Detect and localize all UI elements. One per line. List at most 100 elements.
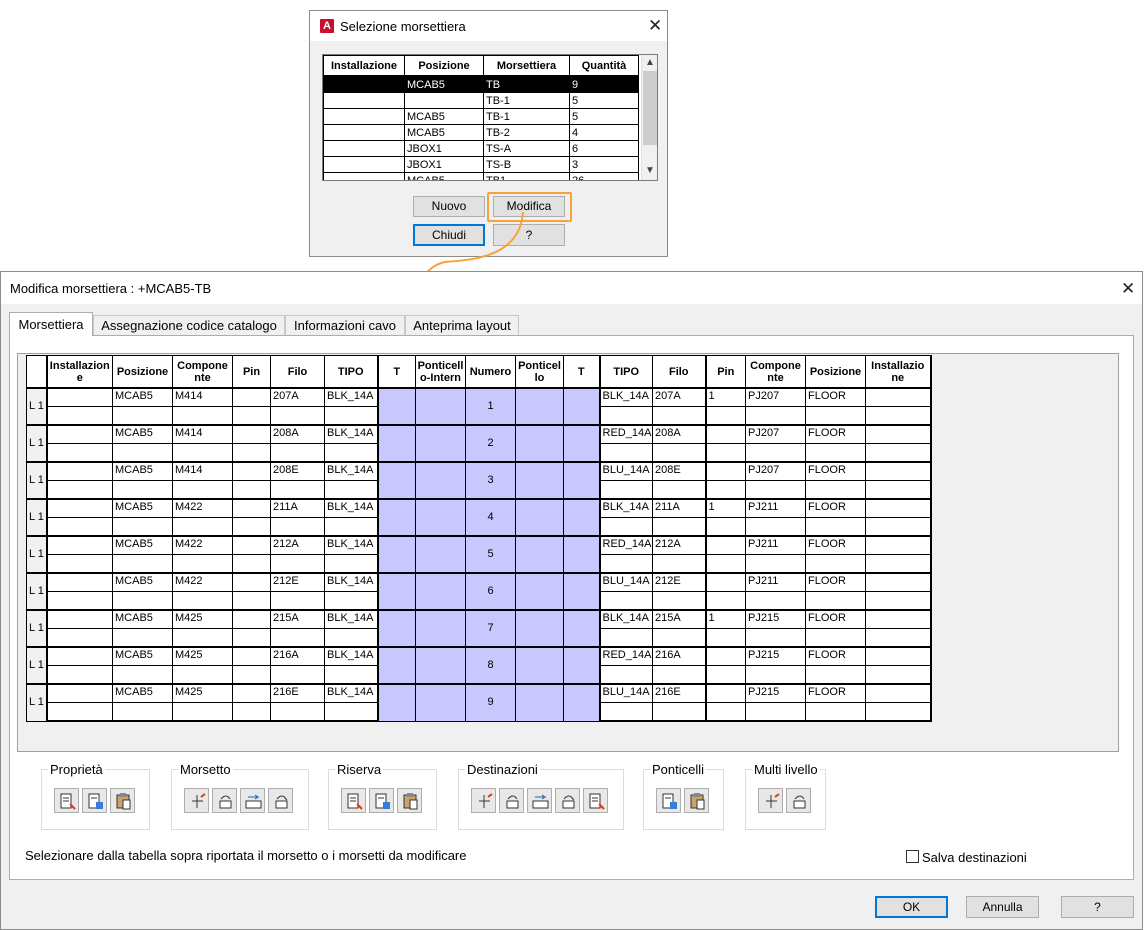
internal-jumper-cell[interactable] <box>415 609 466 648</box>
terminal-t-cell[interactable] <box>376 683 416 722</box>
internal-jumper-cell[interactable] <box>415 683 466 722</box>
grid-cell[interactable]: 216A <box>652 646 706 666</box>
table-row[interactable]: JBOX1 TS-A 6 <box>323 140 639 157</box>
level-cell[interactable]: L 1 <box>26 572 47 611</box>
jumper-edit-button[interactable] <box>684 788 709 813</box>
grid-cell[interactable] <box>865 443 932 463</box>
grid-cell[interactable]: 208E <box>270 461 325 481</box>
grid-column-header[interactable]: Filo <box>652 355 706 389</box>
grid-cell[interactable]: M422 <box>172 535 233 555</box>
grid-cell[interactable] <box>232 609 271 629</box>
grid-cell[interactable] <box>704 424 746 444</box>
grid-cell[interactable]: FLOOR <box>805 424 866 444</box>
grid-cell[interactable] <box>232 702 271 722</box>
grid-cell[interactable] <box>865 702 932 722</box>
column-header[interactable]: Posizione <box>404 55 484 77</box>
grid-cell[interactable] <box>172 406 233 426</box>
spare-below-button[interactable] <box>341 788 366 813</box>
table-row[interactable]: L 1 MCAB5 M422 211A BLK_14A 4 BLK_14A 211A 1 PJ21… <box>26 498 932 537</box>
grid-column-header[interactable]: Installazion e <box>45 355 113 389</box>
table-row[interactable]: L 1 MCAB5 M414 208E BLK_14A 3 BLU_14A 208E PJ207… <box>26 461 932 500</box>
table-cell[interactable]: TS-A <box>483 140 570 157</box>
grid-cell[interactable]: PJ215 <box>745 646 806 666</box>
terminal-t-cell[interactable] <box>563 387 601 426</box>
dest-move-button[interactable] <box>555 788 580 813</box>
grid-column-header[interactable]: T <box>376 355 416 389</box>
grid-cell[interactable] <box>232 406 271 426</box>
close-icon[interactable]: ✕ <box>1121 280 1135 297</box>
spare-insert-button[interactable] <box>369 788 394 813</box>
grid-cell[interactable] <box>745 591 806 611</box>
grid-cell[interactable] <box>805 628 866 648</box>
grid-cell[interactable]: 216E <box>270 683 325 703</box>
table-row[interactable]: TB-1 5 <box>323 92 639 109</box>
jumper-add-button[interactable] <box>656 788 681 813</box>
grid-cell[interactable]: PJ215 <box>745 609 806 629</box>
vertical-scrollbar[interactable]: ▲ ▼ <box>641 55 657 180</box>
grid-cell[interactable]: FLOOR <box>805 572 866 592</box>
grid-column-header[interactable]: TIPO <box>598 355 653 389</box>
table-row[interactable]: JBOX1 TS-B 3 <box>323 156 639 173</box>
table-row[interactable]: L 1 MCAB5 M414 208A BLK_14A 2 RED_14A 208A PJ207… <box>26 424 932 463</box>
grid-cell[interactable] <box>704 628 746 648</box>
grid-cell[interactable] <box>805 443 866 463</box>
grid-cell[interactable] <box>112 517 173 537</box>
jumper-cell[interactable] <box>515 461 564 500</box>
terminal-t-cell[interactable] <box>563 498 601 537</box>
grid-cell[interactable] <box>805 406 866 426</box>
grid-cell[interactable]: MCAB5 <box>112 572 173 592</box>
grid-cell[interactable] <box>232 480 271 500</box>
terminal-number-cell[interactable]: 7 <box>465 609 516 648</box>
grid-column-header[interactable]: Posizione <box>805 355 866 389</box>
level-cell[interactable]: L 1 <box>26 424 47 463</box>
grid-cell[interactable]: BLK_14A <box>324 461 378 481</box>
grid-cell[interactable] <box>112 702 173 722</box>
grid-cell[interactable] <box>865 387 932 407</box>
grid-cell[interactable]: PJ211 <box>745 535 806 555</box>
grid-cell[interactable]: M422 <box>172 498 233 518</box>
table-cell[interactable]: TB <box>483 75 570 93</box>
level-cell[interactable]: L 1 <box>26 387 47 426</box>
grid-cell[interactable] <box>704 480 746 500</box>
grid-cell[interactable]: RED_14A <box>599 424 653 444</box>
grid-cell[interactable] <box>270 628 325 648</box>
terminal-t-cell[interactable] <box>563 424 601 463</box>
grid-cell[interactable]: 215A <box>652 609 706 629</box>
grid-cell[interactable] <box>45 424 113 444</box>
terminal-t-cell[interactable] <box>376 387 416 426</box>
grid-cell[interactable]: BLK_14A <box>324 498 378 518</box>
grid-cell[interactable] <box>270 702 325 722</box>
table-row[interactable]: L 1 MCAB5 M422 212A BLK_14A 5 RED_14A 212A PJ211… <box>26 535 932 574</box>
grid-cell[interactable] <box>865 572 932 592</box>
grid-column-header[interactable]: Pin <box>704 355 746 389</box>
terminal-number-cell[interactable]: 9 <box>465 683 516 722</box>
grid-cell[interactable]: FLOOR <box>805 683 866 703</box>
grid-cell[interactable]: PJ207 <box>745 424 806 444</box>
level-cell[interactable]: L 1 <box>26 646 47 685</box>
table-cell[interactable] <box>404 92 484 109</box>
grid-cell[interactable] <box>324 517 378 537</box>
grid-cell[interactable] <box>745 443 806 463</box>
grid-column-header[interactable] <box>26 355 47 389</box>
grid-cell[interactable] <box>172 665 233 685</box>
grid-cell[interactable] <box>45 609 113 629</box>
grid-cell[interactable] <box>45 628 113 648</box>
grid-cell[interactable]: 216E <box>652 683 706 703</box>
scroll-down-icon[interactable]: ▼ <box>642 163 657 179</box>
grid-cell[interactable]: M425 <box>172 646 233 666</box>
scroll-up-icon[interactable]: ▲ <box>642 55 657 71</box>
grid-cell[interactable] <box>745 480 806 500</box>
grid-cell[interactable]: BLK_14A <box>599 609 653 629</box>
grid-cell[interactable]: 212E <box>270 572 325 592</box>
grid-cell[interactable] <box>270 554 325 574</box>
grid-cell[interactable] <box>45 461 113 481</box>
table-cell[interactable] <box>323 75 405 93</box>
grid-cell[interactable] <box>324 665 378 685</box>
level-cell[interactable]: L 1 <box>26 498 47 537</box>
grid-column-header[interactable]: Installazio ne <box>865 355 932 389</box>
grid-cell[interactable]: M414 <box>172 424 233 444</box>
tab-morsettiera[interactable]: Morsettiera <box>9 312 93 336</box>
terminal-t-cell[interactable] <box>563 683 601 722</box>
grid-cell[interactable] <box>599 702 653 722</box>
grid-cell[interactable] <box>599 517 653 537</box>
